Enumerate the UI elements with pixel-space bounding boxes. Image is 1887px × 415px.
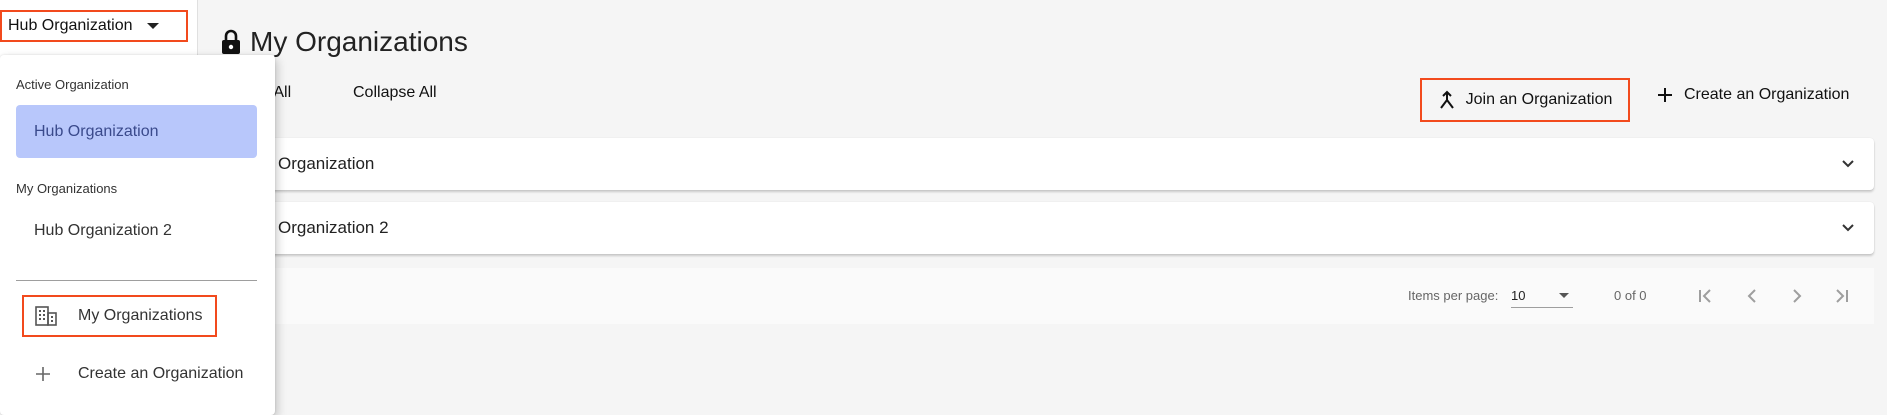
first-page-icon[interactable]	[1692, 282, 1720, 310]
building-icon	[34, 305, 78, 327]
org-selector-button[interactable]: Hub Organization	[0, 10, 188, 42]
items-per-page-select[interactable]: 10	[1511, 284, 1573, 308]
organization-panel[interactable]: Organization 2	[198, 202, 1874, 254]
my-organizations-link-label: My Organizations	[78, 307, 203, 324]
my-organizations-link[interactable]: My Organizations	[22, 295, 217, 337]
plus-icon	[34, 365, 78, 383]
lock-icon	[220, 29, 242, 55]
org-selector-label: Hub Organization	[8, 17, 133, 34]
plus-icon	[1656, 86, 1674, 104]
active-organization-label: Hub Organization	[34, 122, 159, 140]
next-page-icon[interactable]	[1783, 282, 1811, 310]
paginator: Items per page: 10 0 of 0	[198, 268, 1874, 324]
caret-down-icon	[146, 23, 159, 29]
my-organizations-heading: My Organizations	[16, 181, 118, 196]
items-per-page-value: 10	[1511, 288, 1526, 303]
chevron-down-icon[interactable]	[1840, 156, 1856, 172]
chevron-down-icon[interactable]	[1840, 220, 1856, 236]
merge-icon	[1438, 90, 1456, 110]
page-range-label: 0 of 0	[1614, 288, 1647, 303]
caret-down-icon	[1559, 293, 1569, 298]
main-content: My Organizations nd All Collapse All Joi…	[198, 0, 1887, 415]
create-organization-label: Create an Organization	[1684, 86, 1850, 103]
page-title: My Organizations	[220, 26, 468, 58]
create-organization-link-label: Create an Organization	[78, 365, 244, 382]
my-organization-label: Hub Organization 2	[34, 222, 172, 239]
page-title-text: My Organizations	[250, 26, 468, 57]
menu-divider	[16, 280, 257, 281]
collapse-all-label: Collapse All	[353, 84, 437, 101]
organization-dropdown-menu: Active Organization Hub Organization My …	[0, 55, 275, 415]
create-organization-link[interactable]: Create an Organization	[22, 353, 243, 395]
join-organization-label: Join an Organization	[1465, 91, 1613, 108]
create-organization-button[interactable]: Create an Organization	[1656, 86, 1849, 104]
prev-page-icon[interactable]	[1738, 282, 1766, 310]
active-organization-heading: Active Organization	[16, 77, 129, 92]
organization-panel[interactable]: Organization	[198, 138, 1874, 190]
join-organization-button[interactable]: Join an Organization	[1420, 78, 1630, 122]
my-organization-item[interactable]: Hub Organization 2	[16, 209, 257, 253]
last-page-icon[interactable]	[1827, 282, 1855, 310]
active-organization-item[interactable]: Hub Organization	[16, 105, 257, 158]
items-per-page-label: Items per page:	[1408, 288, 1499, 303]
panel-title: Organization	[278, 154, 375, 173]
collapse-all-button[interactable]: Collapse All	[353, 84, 437, 102]
panel-title: Organization 2	[278, 218, 389, 237]
